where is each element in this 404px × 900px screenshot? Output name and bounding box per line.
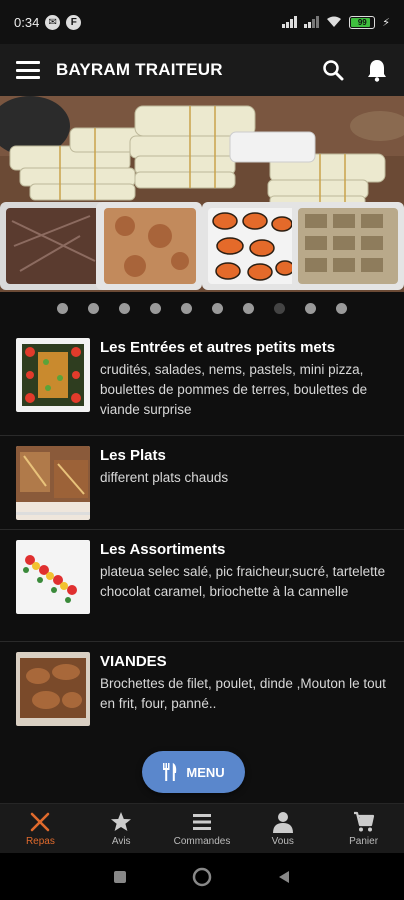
item-description: different plats chauds (100, 470, 229, 485)
signal-icon (282, 16, 298, 28)
nav-panier[interactable]: Panier (323, 804, 404, 853)
nav-label: Commandes (173, 835, 231, 847)
bottom-navigation: Repas Avis Commandes Vous Panier (0, 803, 404, 853)
wifi-icon (327, 16, 342, 27)
search-icon[interactable] (322, 59, 344, 81)
item-title: Les Plats (100, 447, 166, 464)
notification-icon: ✉ (45, 14, 61, 30)
carousel-dot[interactable] (119, 302, 130, 314)
list-icon (192, 813, 211, 830)
app-bar: BAYRAM TRAITEUR (0, 44, 404, 96)
home-icon[interactable] (192, 867, 212, 887)
recent-apps-icon[interactable] (112, 869, 128, 885)
fork-knife-icon (163, 763, 177, 781)
fork-knife-icon (31, 812, 50, 831)
back-icon[interactable] (276, 869, 292, 885)
system-navigation-bar (0, 853, 404, 900)
item-title: Les Entrées et autres petits mets (100, 339, 336, 356)
assortiments-thumbnail (16, 540, 90, 614)
plats-thumbnail (16, 446, 90, 520)
carousel-dot[interactable] (336, 302, 347, 314)
status-bar: 0:34 ✉ F 99 ⚡ (0, 0, 404, 44)
item-description: Brochettes de filet, poulet, dinde ,Mout… (100, 676, 386, 711)
viandes-thumbnail (16, 652, 90, 726)
person-icon (272, 811, 293, 833)
carousel-dot[interactable] (305, 302, 316, 314)
charging-icon: ⚡ (382, 16, 390, 29)
menu-button[interactable]: MENU (142, 751, 245, 793)
nav-label: Panier (349, 835, 379, 847)
nav-label: Repas (25, 835, 55, 847)
category-item-assortiments[interactable]: Les Assortiments plateua selec salé, pic… (0, 530, 404, 642)
category-item-entrees[interactable]: Les Entrées et autres petits mets crudit… (0, 328, 404, 436)
category-item-plats[interactable]: Les Plats different plats chauds (0, 436, 404, 530)
bell-icon[interactable] (366, 58, 388, 82)
menu-button-label: MENU (186, 764, 225, 780)
nav-commandes[interactable]: Commandes (162, 804, 243, 853)
carousel-image[interactable] (0, 96, 404, 292)
nav-repas[interactable]: Repas (0, 804, 81, 853)
entrees-thumbnail (16, 338, 90, 412)
nav-label: Vous (271, 835, 294, 847)
app-notification-icon: F (66, 14, 82, 30)
carousel-dot[interactable] (243, 302, 254, 314)
cart-icon (353, 811, 374, 831)
carousel-dot[interactable] (88, 302, 99, 314)
carousel-dot[interactable] (181, 302, 192, 314)
carousel-dot[interactable] (212, 302, 223, 314)
item-description: plateua selec salé, pic fraicheur,sucré,… (100, 564, 386, 599)
star-icon (111, 811, 132, 831)
carousel-dot[interactable] (150, 302, 161, 314)
item-title: Les Assortiments (100, 541, 226, 558)
catering-platters-image (0, 96, 404, 292)
nav-label: Avis (111, 835, 131, 847)
carousel-dot[interactable] (57, 302, 68, 314)
menu-icon[interactable] (16, 61, 40, 79)
battery-icon: 99 (349, 15, 376, 29)
carousel-indicator (0, 298, 404, 318)
status-time: 0:34 (14, 14, 40, 30)
category-list: Les Entrées et autres petits mets crudit… (0, 328, 404, 730)
signal-icon-2 (304, 16, 320, 28)
category-item-viandes[interactable]: VIANDES Brochettes de filet, poulet, din… (0, 642, 404, 730)
battery-level: 99 (357, 17, 367, 27)
app-title: BAYRAM TRAITEUR (56, 60, 223, 79)
item-title: VIANDES (100, 653, 167, 670)
nav-vous[interactable]: Vous (242, 804, 323, 853)
carousel-dot-active[interactable] (274, 302, 285, 314)
nav-avis[interactable]: Avis (81, 804, 162, 853)
item-description: crudités, salades, nems, pastels, mini p… (100, 362, 368, 417)
